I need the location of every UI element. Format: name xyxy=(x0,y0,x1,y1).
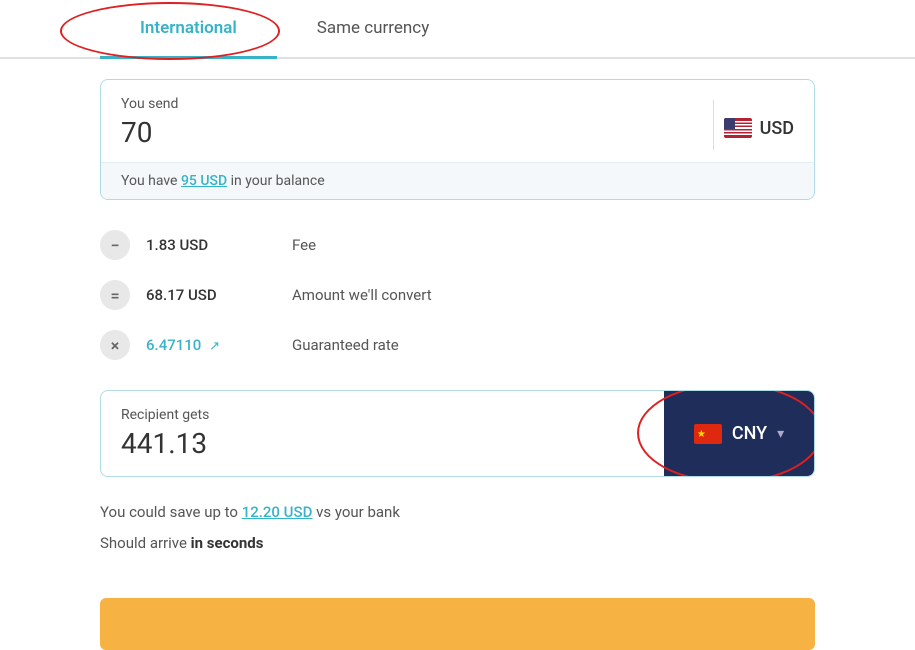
fee-row-1: − 1.83 USD Fee xyxy=(100,220,815,270)
balance-text: You have xyxy=(121,173,177,189)
bottom-bar[interactable] xyxy=(100,598,815,650)
tab-international[interactable]: International xyxy=(100,0,277,59)
send-left: You send 70 xyxy=(121,96,178,149)
send-box-balance: You have 95 USD in your balance xyxy=(101,162,814,199)
send-amount[interactable]: 70 xyxy=(121,116,178,149)
info-save-row: You could save up to 12.20 USD vs your b… xyxy=(100,501,815,524)
recipient-amount: 441.13 xyxy=(121,427,644,460)
fee-amount-3: 6.47110 ↗ xyxy=(146,336,276,354)
arrival-bold: in seconds xyxy=(191,534,264,552)
recipient-box: Recipient gets 441.13 CNY ▾ xyxy=(100,390,815,477)
main-content: You send 70 USD You have 95 USD in your … xyxy=(0,59,915,598)
send-label: You send xyxy=(121,96,178,112)
tab-same-currency-label: Same currency xyxy=(317,18,429,38)
arrival-text: Should arrive xyxy=(100,534,187,552)
recipient-left: Recipient gets 441.13 xyxy=(101,391,664,476)
info-arrival-row: Should arrive in seconds xyxy=(100,532,815,555)
times-symbol: × xyxy=(111,336,120,355)
flag-cn-icon xyxy=(694,424,722,444)
fee-row-2: = 68.17 USD Amount we'll convert xyxy=(100,270,815,320)
fee-icon-minus: − xyxy=(100,230,130,260)
minus-symbol: − xyxy=(111,236,120,255)
fee-icon-equals: = xyxy=(100,280,130,310)
recipient-label: Recipient gets xyxy=(121,407,644,423)
save-text: You could save up to xyxy=(100,503,238,521)
tab-same-currency[interactable]: Same currency xyxy=(277,0,469,57)
chevron-down-icon: ▾ xyxy=(777,426,784,442)
send-box: You send 70 USD You have 95 USD in your … xyxy=(100,79,815,200)
currency-code-usd: USD xyxy=(760,118,794,139)
fee-desc-1: Fee xyxy=(292,236,316,254)
vertical-divider xyxy=(713,100,714,150)
equals-symbol: = xyxy=(110,286,119,305)
save-suffix: vs your bank xyxy=(316,503,400,521)
save-amount[interactable]: 12.20 USD xyxy=(242,503,313,521)
fee-amount-1: 1.83 USD xyxy=(146,236,276,254)
fee-row-3: × 6.47110 ↗ Guaranteed rate xyxy=(100,320,815,370)
currency-selector-usd[interactable]: USD xyxy=(724,108,794,139)
fee-desc-2: Amount we'll convert xyxy=(292,286,432,304)
currency-code-cny: CNY xyxy=(732,423,767,444)
fee-icon-times: × xyxy=(100,330,130,360)
fee-rows: − 1.83 USD Fee = 68.17 USD Amount we'll … xyxy=(100,220,815,370)
currency-selector-cny[interactable]: CNY ▾ xyxy=(664,391,814,476)
send-box-top: You send 70 USD xyxy=(101,80,814,162)
trend-up-icon: ↗ xyxy=(209,339,220,354)
balance-suffix: in your balance xyxy=(231,173,325,189)
fee-desc-3: Guaranteed rate xyxy=(292,336,399,354)
balance-amount[interactable]: 95 USD xyxy=(181,173,227,189)
flag-us-icon xyxy=(724,118,752,138)
info-rows: You could save up to 12.20 USD vs your b… xyxy=(100,497,815,578)
rate-value: 6.47110 xyxy=(146,336,201,354)
currency-right: USD xyxy=(703,96,794,150)
tab-international-label: International xyxy=(140,18,237,38)
tabs-container: International Same currency xyxy=(0,0,915,59)
fee-amount-2: 68.17 USD xyxy=(146,286,276,304)
